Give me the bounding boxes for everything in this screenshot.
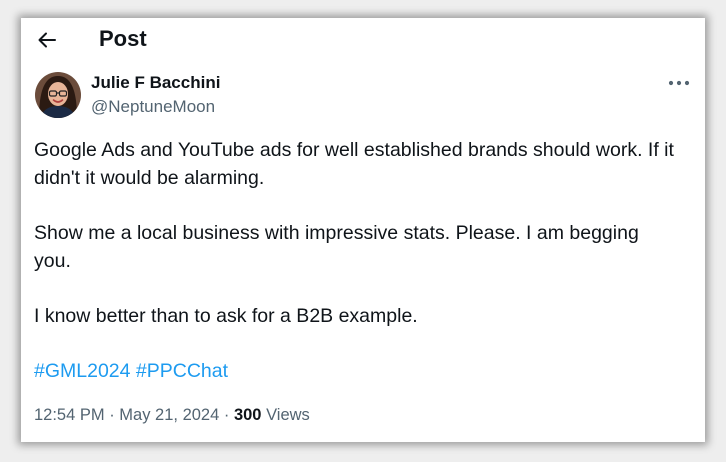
author-name[interactable]: Julie F Bacchini — [91, 73, 220, 93]
author-avatar-image — [35, 72, 81, 118]
screenshot-frame: Post Julie F Bacchini @NeptuneMoon Googl… — [0, 0, 726, 462]
more-options-button[interactable] — [661, 72, 697, 94]
views-count: 300 — [233, 406, 262, 424]
meta-separator: · — [104, 406, 120, 424]
avatar[interactable] — [35, 72, 81, 118]
hashtag-link[interactable]: #GML2024 — [34, 360, 130, 382]
views-label: Views — [261, 406, 310, 424]
post-date[interactable]: May 21, 2024 — [119, 406, 219, 424]
post-paragraph: I know better than to ask for a B2B exam… — [34, 305, 418, 327]
post-header: Post — [21, 18, 705, 62]
back-button[interactable] — [33, 26, 61, 54]
hashtag-list: #GML2024 #PPCChat — [34, 357, 228, 385]
author-handle[interactable]: @NeptuneMoon — [91, 97, 215, 117]
post-paragraph: Show me a local business with impressive… — [34, 222, 639, 272]
post-meta: 12:54 PM · May 21, 2024 · 300 Views — [34, 404, 310, 426]
post-card: Post Julie F Bacchini @NeptuneMoon Googl… — [21, 18, 705, 442]
page-title: Post — [99, 26, 147, 51]
post-time[interactable]: 12:54 PM — [34, 406, 105, 424]
more-horizontal-icon — [668, 80, 690, 86]
post-paragraph: Google Ads and YouTube ads for well esta… — [34, 139, 674, 189]
arrow-left-icon — [38, 32, 56, 48]
hashtag-link[interactable]: #PPCChat — [136, 360, 228, 382]
meta-separator: · — [219, 406, 234, 424]
